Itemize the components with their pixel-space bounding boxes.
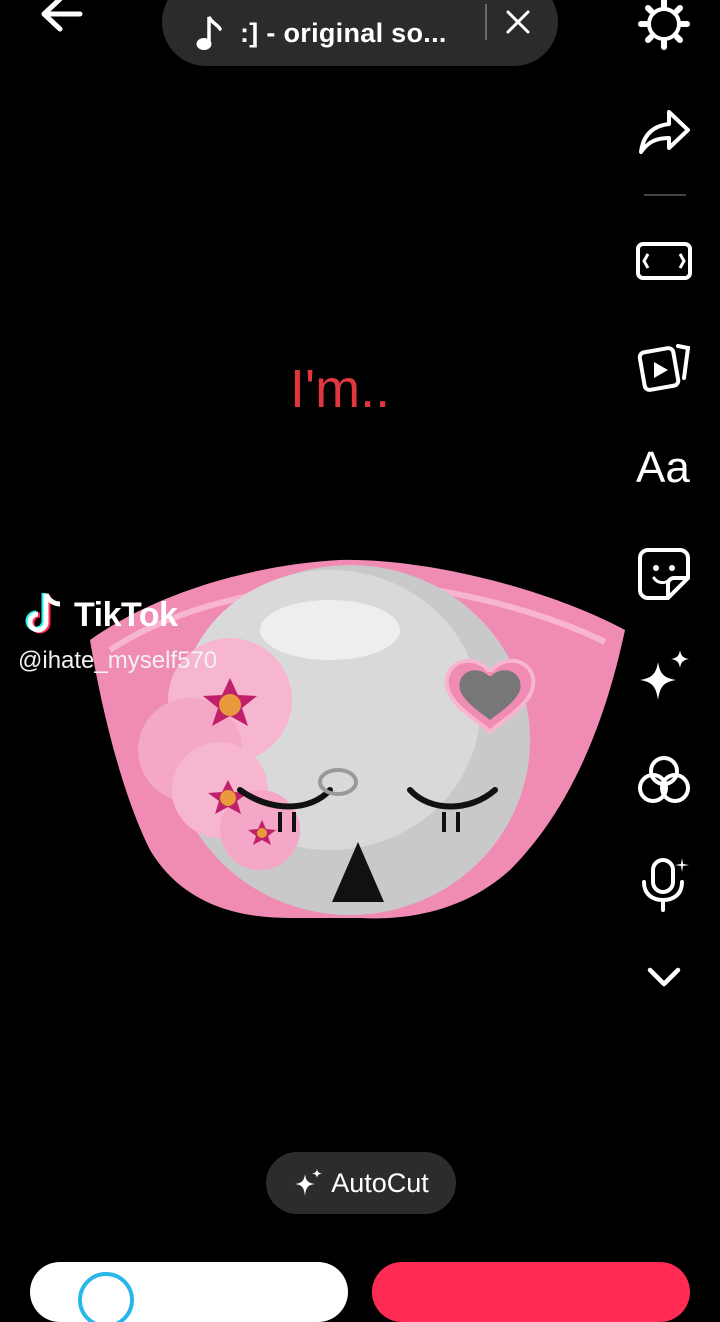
text-icon[interactable]: Aa	[636, 440, 696, 500]
bottom-left-button[interactable]	[30, 1262, 348, 1322]
close-icon[interactable]	[502, 6, 534, 38]
bottom-right-button[interactable]	[372, 1262, 690, 1322]
rail-separator	[644, 194, 686, 196]
share-arrow-icon[interactable]	[636, 104, 692, 160]
sound-selector[interactable]: :] - original so...	[162, 0, 558, 66]
more-chevron-icon[interactable]	[636, 950, 692, 1006]
sparkle-icon	[295, 1169, 323, 1196]
sticker-icon[interactable]	[636, 546, 692, 602]
music-note-icon	[196, 16, 222, 50]
watermark-brand: TikTok	[74, 596, 178, 634]
sound-title: :] - original so...	[240, 17, 447, 48]
video-caption: I'm..	[289, 359, 391, 419]
autocut-label: AutoCut	[331, 1167, 429, 1198]
text-icon-label: Aa	[636, 443, 690, 492]
watermark-username: @ihate_myself570	[18, 647, 218, 674]
voice-effects-icon[interactable]	[636, 856, 692, 912]
settings-gear-icon[interactable]	[636, 0, 692, 52]
arrow-left-icon	[41, 0, 83, 32]
autocut-button[interactable]: AutoCut	[266, 1152, 456, 1214]
pill-divider	[485, 4, 487, 40]
tiktok-logo-icon	[25, 593, 61, 634]
filters-icon[interactable]	[636, 752, 692, 808]
back-button[interactable]	[36, 0, 88, 40]
aspect-ratio-icon[interactable]	[636, 234, 692, 290]
effects-sparkle-icon[interactable]	[636, 648, 692, 704]
